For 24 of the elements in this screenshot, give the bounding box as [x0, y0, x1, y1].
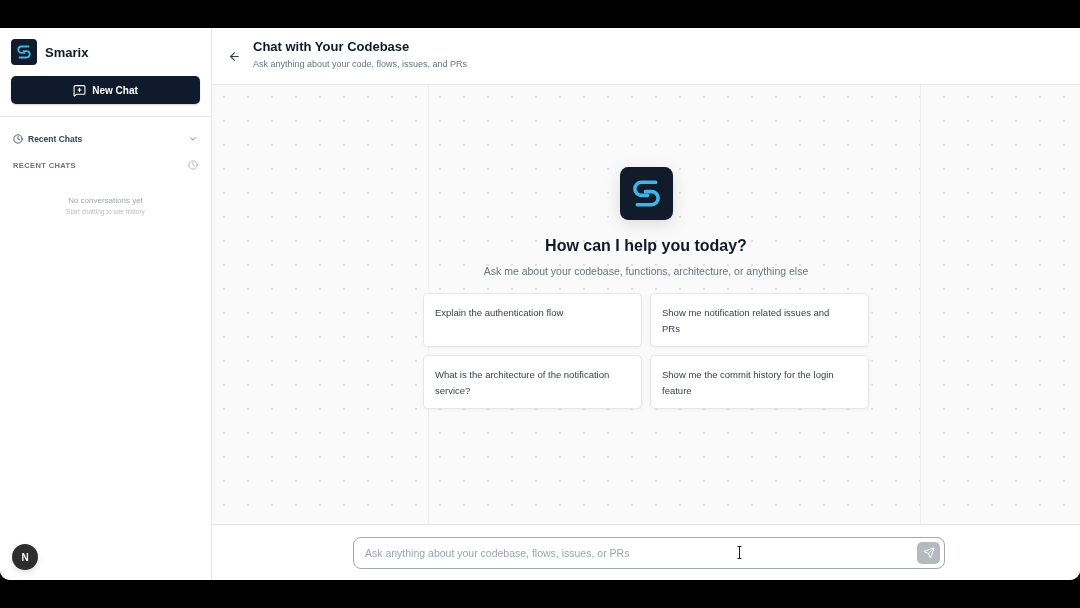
empty-state-title: No conversations yet — [68, 196, 143, 205]
suggestion-card[interactable]: Show me the commit history for the login feature — [650, 355, 869, 409]
clock-icon — [188, 160, 198, 170]
send-icon — [922, 546, 935, 559]
page-title: Chat with Your Codebase — [253, 39, 411, 54]
message-input[interactable]: Ask anything about your codebase, flows, issues, or PRs — [353, 536, 945, 569]
text-cursor-icon — [737, 545, 742, 559]
chat-plus-icon — [73, 83, 87, 97]
logo-icon — [11, 39, 37, 65]
suggestion-card[interactable]: Show me notification related issues and PRs — [650, 293, 869, 347]
brand-name: Smarix — [45, 44, 89, 60]
page-subtitle: Ask anything about your code, flows, issues, and PRs — [253, 59, 468, 69]
welcome-subtitle: Ask me about your codebase, functions, architecture, or anything else — [483, 265, 809, 277]
suggestion-card[interactable]: What is the architecture of the notification service? — [423, 355, 642, 409]
recent-chats-toggle[interactable]: Recent Chats — [8, 128, 203, 150]
welcome-title: How can I help you today? — [545, 237, 747, 255]
suggestion-card[interactable]: Explain the authentication flow — [423, 293, 642, 347]
back-button[interactable] — [228, 49, 241, 63]
dev-badge[interactable]: N — [12, 544, 38, 570]
back-arrow-icon — [228, 49, 241, 63]
logo-icon — [619, 167, 673, 220]
clock-icon — [13, 134, 23, 144]
new-chat-button[interactable]: New Chat — [11, 76, 200, 104]
chevron-down-icon — [188, 134, 198, 144]
